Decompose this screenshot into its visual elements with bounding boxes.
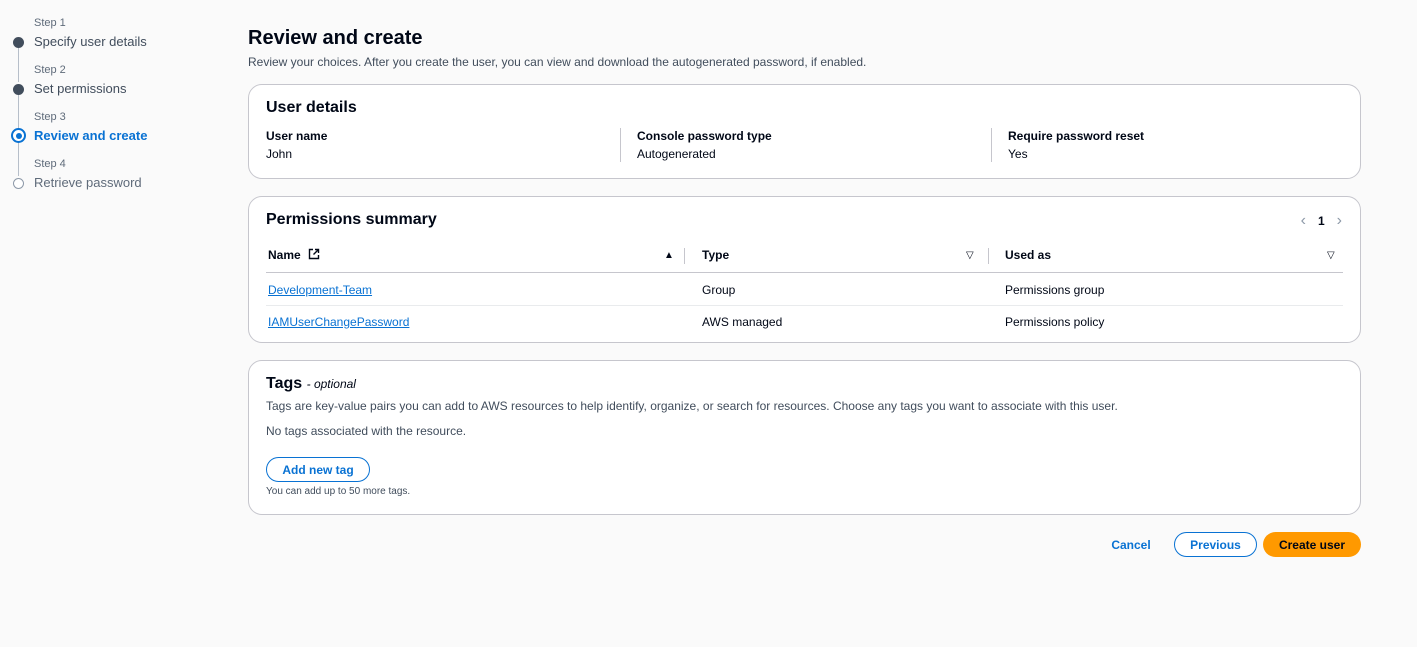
step-number: Step 3 xyxy=(34,111,66,123)
step-number: Step 4 xyxy=(34,158,66,170)
step-2[interactable]: Step 2 Set permissions xyxy=(0,63,220,103)
card-title: Permissions summary xyxy=(266,211,437,228)
step-label[interactable]: Set permissions xyxy=(34,81,126,96)
column-divider xyxy=(988,248,989,264)
divider xyxy=(620,128,621,162)
column-divider xyxy=(684,248,685,264)
tags-description: Tags are key-value pairs you can add to … xyxy=(266,399,1118,413)
console-password-type-field: Console password type Autogenerated xyxy=(637,129,772,161)
card-title: Tags - optional xyxy=(266,375,356,393)
policy-link[interactable]: Development-Team xyxy=(268,283,372,297)
divider xyxy=(991,128,992,162)
step-current-icon xyxy=(11,128,26,143)
step-label: Review and create xyxy=(34,128,148,143)
row-divider xyxy=(266,305,1343,306)
sort-icon[interactable]: ▽ xyxy=(966,250,974,261)
optional-label: - optional xyxy=(306,377,356,391)
step-4: Step 4 Retrieve password xyxy=(0,157,220,197)
add-new-tag-button[interactable]: Add new tag xyxy=(266,457,370,482)
field-value: Yes xyxy=(1008,147,1028,161)
external-link-icon xyxy=(308,248,320,260)
empty-state-text: No tags associated with the resource. xyxy=(266,424,467,438)
policy-link[interactable]: IAMUserChangePassword xyxy=(268,315,409,329)
card-title: User details xyxy=(266,99,357,116)
step-number: Step 2 xyxy=(34,64,66,76)
field-label: User name xyxy=(266,129,328,143)
permissions-summary-card: Permissions summary ‹ 1 › Name ▲ Type ▽ … xyxy=(248,196,1361,343)
pagination: ‹ 1 › xyxy=(1301,213,1342,229)
tags-card: Tags - optional Tags are key-value pairs… xyxy=(248,360,1361,515)
column-header-label: Name xyxy=(268,248,301,262)
cell-type: Group xyxy=(702,283,736,297)
column-header-name[interactable]: Name xyxy=(268,248,320,262)
step-1[interactable]: Step 1 Specify user details xyxy=(0,16,220,56)
user-details-card: User details User name John Console pass… xyxy=(248,84,1361,179)
page-number[interactable]: 1 xyxy=(1318,214,1325,228)
chevron-left-icon[interactable]: ‹ xyxy=(1301,213,1306,229)
column-header-type[interactable]: Type xyxy=(702,248,729,262)
page-title: Review and create xyxy=(248,27,423,49)
cell-used-as: Permissions group xyxy=(1005,283,1105,297)
sort-icon[interactable]: ▽ xyxy=(1327,250,1335,261)
previous-button[interactable]: Previous xyxy=(1174,532,1257,557)
column-header-used-as[interactable]: Used as xyxy=(1005,248,1051,262)
chevron-right-icon[interactable]: › xyxy=(1337,213,1342,229)
field-value: Autogenerated xyxy=(637,147,716,161)
tags-limit-hint: You can add up to 50 more tags. xyxy=(266,486,411,497)
field-label: Console password type xyxy=(637,129,772,143)
field-label: Require password reset xyxy=(1008,129,1145,143)
cell-type: AWS managed xyxy=(702,315,783,329)
step-label[interactable]: Specify user details xyxy=(34,34,147,49)
create-user-button[interactable]: Create user xyxy=(1263,532,1361,557)
step-pending-icon xyxy=(13,178,24,189)
step-complete-icon xyxy=(13,37,24,48)
step-complete-icon xyxy=(13,84,24,95)
field-value: John xyxy=(266,147,293,161)
table-header-divider xyxy=(266,272,1343,273)
require-password-reset-field: Require password reset Yes xyxy=(1008,129,1144,161)
cancel-button[interactable]: Cancel xyxy=(1104,532,1158,557)
page-description: Review your choices. After you create th… xyxy=(248,55,867,69)
cell-used-as: Permissions policy xyxy=(1005,315,1105,329)
step-number: Step 1 xyxy=(34,17,66,29)
tags-heading: Tags xyxy=(266,375,303,392)
cell-name: Development-Team xyxy=(268,283,372,297)
cell-name: IAMUserChangePassword xyxy=(268,315,409,329)
step-3: Step 3 Review and create xyxy=(0,110,220,150)
user-name-field: User name John xyxy=(266,129,327,161)
step-label: Retrieve password xyxy=(34,175,142,190)
sort-ascending-icon[interactable]: ▲ xyxy=(664,250,674,261)
